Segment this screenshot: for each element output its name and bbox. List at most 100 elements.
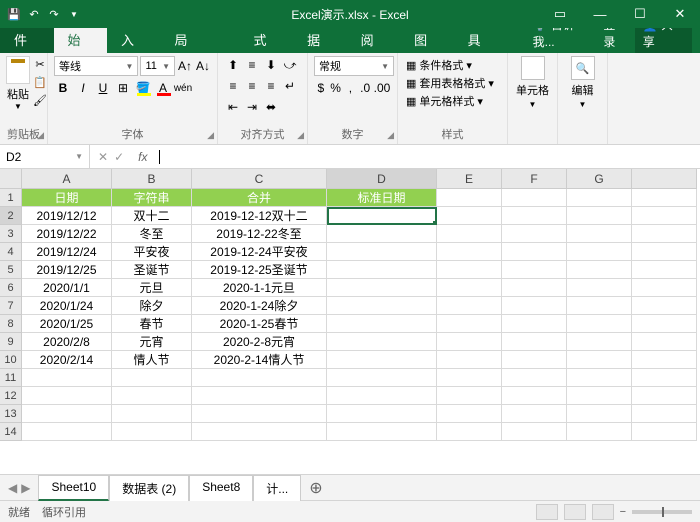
cell[interactable]: 元旦: [112, 279, 192, 297]
cell[interactable]: 字符串: [112, 189, 192, 207]
cell[interactable]: [327, 369, 437, 387]
cell[interactable]: [437, 225, 502, 243]
cut-icon[interactable]: ✂: [32, 56, 48, 72]
number-format-combo[interactable]: 常规▼: [314, 56, 394, 76]
cell[interactable]: [632, 261, 697, 279]
cell[interactable]: [567, 315, 632, 333]
row-header[interactable]: 5: [0, 261, 22, 279]
cell[interactable]: [437, 333, 502, 351]
align-right-icon[interactable]: ≡: [262, 77, 280, 95]
cells-button[interactable]: 单元格 ▼: [516, 56, 549, 109]
cell[interactable]: 双十二: [112, 207, 192, 225]
cell[interactable]: [502, 207, 567, 225]
align-bottom-icon[interactable]: ⬇: [262, 56, 280, 74]
cell[interactable]: 2019/12/24: [22, 243, 112, 261]
comma-icon[interactable]: ,: [344, 79, 358, 97]
conditional-format-button[interactable]: ▦条件格式 ▾: [404, 56, 501, 74]
cell[interactable]: [112, 369, 192, 387]
format-table-button[interactable]: ▦套用表格格式 ▾: [404, 74, 501, 92]
cell[interactable]: [22, 369, 112, 387]
row-header[interactable]: 7: [0, 297, 22, 315]
spreadsheet-grid[interactable]: ABCDEFG1日期字符串合并标准日期22019/12/12双十二2019-12…: [0, 169, 700, 474]
dialog-launcher-icon[interactable]: ◢: [37, 130, 44, 141]
row-header[interactable]: 1: [0, 189, 22, 207]
cell[interactable]: [567, 189, 632, 207]
cell[interactable]: [437, 315, 502, 333]
cell[interactable]: [437, 387, 502, 405]
sheet-tab[interactable]: Sheet8: [189, 475, 253, 501]
add-sheet-button[interactable]: ⊕: [301, 478, 330, 498]
dialog-launcher-icon[interactable]: ◢: [297, 130, 304, 141]
cell[interactable]: 2019-12-12双十二: [192, 207, 327, 225]
row-header[interactable]: 6: [0, 279, 22, 297]
orientation-icon[interactable]: ⤻: [281, 56, 299, 74]
cell[interactable]: 春节: [112, 315, 192, 333]
cell[interactable]: 冬至: [112, 225, 192, 243]
font-name-combo[interactable]: 等线▼: [54, 56, 138, 76]
cell[interactable]: 2019/12/25: [22, 261, 112, 279]
cell[interactable]: 标准日期: [327, 189, 437, 207]
cell[interactable]: [502, 405, 567, 423]
cell[interactable]: [567, 333, 632, 351]
cell[interactable]: 日期: [22, 189, 112, 207]
font-size-combo[interactable]: 11▼: [140, 56, 175, 76]
cell[interactable]: 2019-12-22冬至: [192, 225, 327, 243]
cell[interactable]: [327, 243, 437, 261]
cell[interactable]: 2020-1-24除夕: [192, 297, 327, 315]
undo-icon[interactable]: ↶: [26, 6, 42, 22]
cell-styles-button[interactable]: ▦单元格样式 ▾: [404, 92, 501, 110]
phonetic-button[interactable]: wén: [174, 79, 192, 97]
cell[interactable]: 合并: [192, 189, 327, 207]
editing-button[interactable]: 🔍 编辑 ▼: [571, 56, 595, 109]
row-header[interactable]: 14: [0, 423, 22, 441]
align-center-icon[interactable]: ≡: [243, 77, 261, 95]
cell[interactable]: [502, 225, 567, 243]
paste-button[interactable]: 粘贴 ▼: [6, 56, 30, 111]
cell[interactable]: [502, 423, 567, 441]
cell[interactable]: [632, 333, 697, 351]
increase-decimal-icon[interactable]: .0: [358, 79, 372, 97]
cell[interactable]: [437, 207, 502, 225]
bold-button[interactable]: B: [54, 79, 72, 97]
sheet-tab[interactable]: 计...: [253, 475, 301, 501]
cell[interactable]: [437, 279, 502, 297]
row-header[interactable]: 8: [0, 315, 22, 333]
cell[interactable]: [437, 351, 502, 369]
normal-view-icon[interactable]: [536, 504, 558, 520]
redo-icon[interactable]: ↷: [46, 6, 62, 22]
cell[interactable]: [502, 315, 567, 333]
decrease-indent-icon[interactable]: ⇤: [224, 98, 242, 116]
cell[interactable]: [567, 261, 632, 279]
cell[interactable]: [502, 369, 567, 387]
qat-more-icon[interactable]: ▼: [66, 6, 82, 22]
enter-icon[interactable]: ✓: [114, 150, 124, 164]
fx-icon[interactable]: fx: [132, 150, 153, 164]
cell[interactable]: [437, 261, 502, 279]
cell[interactable]: 2020-2-14情人节: [192, 351, 327, 369]
cell[interactable]: [632, 297, 697, 315]
cell[interactable]: [327, 333, 437, 351]
cell[interactable]: 2019/12/22: [22, 225, 112, 243]
cell[interactable]: [437, 369, 502, 387]
cell[interactable]: [567, 279, 632, 297]
cell[interactable]: [502, 279, 567, 297]
cell[interactable]: [502, 333, 567, 351]
wrap-text-icon[interactable]: ↵: [281, 77, 299, 95]
cell[interactable]: [192, 405, 327, 423]
row-header[interactable]: 3: [0, 225, 22, 243]
cell[interactable]: [567, 225, 632, 243]
row-header[interactable]: 4: [0, 243, 22, 261]
sheet-nav-prev-icon[interactable]: ◀: [8, 481, 17, 495]
cell[interactable]: 2019-12-25圣诞节: [192, 261, 327, 279]
cell[interactable]: [632, 423, 697, 441]
sheet-tab[interactable]: Sheet10: [38, 475, 109, 501]
cell[interactable]: [502, 261, 567, 279]
minimize-button[interactable]: —: [580, 0, 620, 28]
page-layout-view-icon[interactable]: [564, 504, 586, 520]
cell[interactable]: [327, 423, 437, 441]
cell[interactable]: 元宵: [112, 333, 192, 351]
col-header[interactable]: D: [327, 169, 437, 189]
decrease-decimal-icon[interactable]: .00: [373, 79, 391, 97]
formula-input[interactable]: [153, 149, 700, 164]
cell[interactable]: [502, 297, 567, 315]
